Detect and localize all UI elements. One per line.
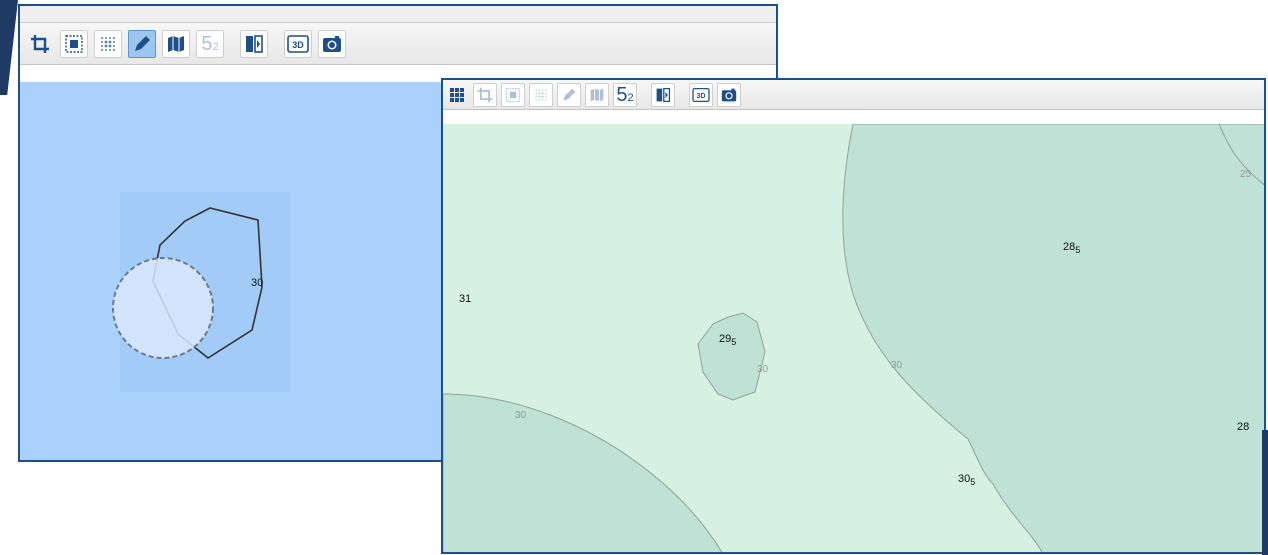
screenshot-button[interactable] xyxy=(717,82,741,107)
dot-grid-button[interactable] xyxy=(529,82,553,107)
3d-icon: 3D xyxy=(287,34,309,53)
decorative-accent xyxy=(0,0,18,95)
screenshot-button[interactable] xyxy=(318,29,346,58)
contour-island xyxy=(697,312,766,401)
contour-label-25: 25 xyxy=(1240,169,1252,180)
3d-icon: 3D xyxy=(692,87,710,102)
label-31: 31 xyxy=(459,293,471,305)
selection-circle xyxy=(112,257,214,359)
contour-label-30: 30 xyxy=(757,364,769,375)
camera-icon xyxy=(323,35,341,52)
split-compare-button[interactable] xyxy=(651,82,675,107)
window-titlebar xyxy=(20,6,776,23)
front-map-window: 52 3D 31 295 285 305 28 25 30 30 30 xyxy=(441,78,1266,554)
label-30-5: 305 xyxy=(958,473,975,487)
decorative-accent xyxy=(1262,430,1268,555)
grid-icon xyxy=(450,87,464,102)
3d-view-button[interactable]: 3D xyxy=(689,82,713,107)
split-compare-icon xyxy=(246,34,263,53)
pencil-icon xyxy=(563,88,576,101)
subscript-5-2-icon: 52 xyxy=(201,32,219,55)
map-icon xyxy=(168,35,184,52)
dot-grid-button[interactable] xyxy=(94,29,122,58)
crop-icon xyxy=(477,87,493,102)
svg-text:3D: 3D xyxy=(696,91,705,100)
crop-tool-button[interactable] xyxy=(473,82,497,107)
select-frame-icon xyxy=(65,34,83,53)
pencil-tool-button[interactable] xyxy=(557,82,581,107)
crop-tool-button[interactable] xyxy=(26,30,54,58)
3d-view-button[interactable]: 3D xyxy=(284,29,312,58)
svg-text:3D: 3D xyxy=(292,40,304,50)
pencil-tool-button[interactable] xyxy=(128,29,156,58)
map-toolbar: 52 3D xyxy=(443,80,1264,110)
contour-label-30: 30 xyxy=(515,410,527,421)
split-compare-button[interactable] xyxy=(240,29,268,58)
contour-label-30: 30 xyxy=(891,360,903,371)
label-28: 28 xyxy=(1237,421,1249,433)
map-button[interactable] xyxy=(162,29,190,58)
map-toolbar: 52 3D xyxy=(20,23,776,65)
dot-grid-icon xyxy=(101,36,115,51)
map-icon xyxy=(590,88,604,101)
subscript-5-2-icon: 52 xyxy=(616,83,634,106)
camera-icon xyxy=(721,88,737,101)
select-frame-button[interactable] xyxy=(60,29,88,58)
subscript-button[interactable]: 52 xyxy=(196,29,224,58)
contour-zone-right xyxy=(842,124,1264,552)
select-frame-icon xyxy=(506,87,520,102)
grid-button[interactable] xyxy=(445,83,469,107)
subscript-button[interactable]: 52 xyxy=(613,82,637,107)
dot-grid-icon xyxy=(535,88,547,101)
map-button[interactable] xyxy=(585,82,609,107)
contour-label: 30 xyxy=(251,277,263,289)
split-compare-icon xyxy=(656,87,671,102)
front-map-view[interactable]: 31 295 285 305 28 25 30 30 30 xyxy=(443,124,1264,552)
select-frame-button[interactable] xyxy=(501,82,525,107)
crop-icon xyxy=(31,34,49,53)
contour-zone-bottom-left xyxy=(443,393,723,552)
pencil-icon xyxy=(135,35,150,51)
